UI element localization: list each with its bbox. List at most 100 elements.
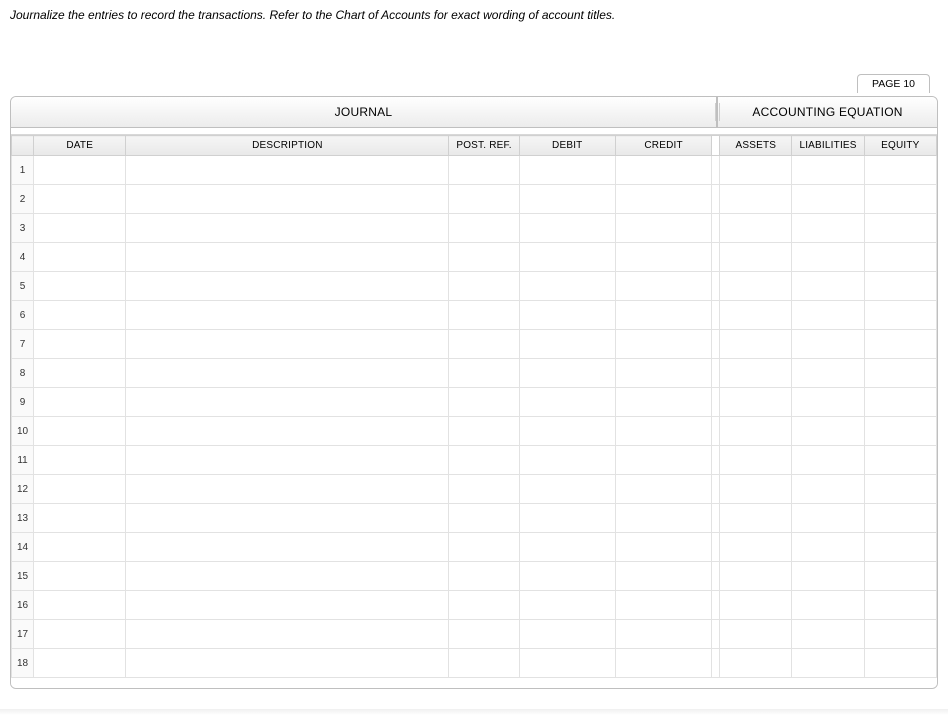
cell-equity[interactable]	[864, 504, 936, 533]
cell-credit[interactable]	[615, 156, 711, 185]
cell-date[interactable]	[34, 417, 126, 446]
cell-assets[interactable]	[720, 475, 792, 504]
cell-debit[interactable]	[519, 649, 615, 678]
cell-debit[interactable]	[519, 156, 615, 185]
cell-assets[interactable]	[720, 649, 792, 678]
cell-description[interactable]	[126, 359, 449, 388]
cell-equity[interactable]	[864, 533, 936, 562]
cell-credit[interactable]	[615, 417, 711, 446]
cell-debit[interactable]	[519, 272, 615, 301]
cell-credit[interactable]	[615, 330, 711, 359]
cell-credit[interactable]	[615, 562, 711, 591]
cell-liabilities[interactable]	[792, 417, 864, 446]
cell-equity[interactable]	[864, 562, 936, 591]
cell-credit[interactable]	[615, 591, 711, 620]
cell-equity[interactable]	[864, 475, 936, 504]
cell-debit[interactable]	[519, 504, 615, 533]
cell-liabilities[interactable]	[792, 620, 864, 649]
cell-post-ref[interactable]	[449, 301, 519, 330]
cell-assets[interactable]	[720, 301, 792, 330]
cell-credit[interactable]	[615, 301, 711, 330]
cell-description[interactable]	[126, 214, 449, 243]
cell-post-ref[interactable]	[449, 388, 519, 417]
cell-debit[interactable]	[519, 446, 615, 475]
cell-credit[interactable]	[615, 243, 711, 272]
cell-equity[interactable]	[864, 330, 936, 359]
cell-debit[interactable]	[519, 388, 615, 417]
cell-post-ref[interactable]	[449, 156, 519, 185]
cell-date[interactable]	[34, 388, 126, 417]
cell-date[interactable]	[34, 185, 126, 214]
cell-description[interactable]	[126, 504, 449, 533]
cell-description[interactable]	[126, 388, 449, 417]
cell-credit[interactable]	[615, 475, 711, 504]
cell-equity[interactable]	[864, 243, 936, 272]
cell-post-ref[interactable]	[449, 185, 519, 214]
cell-liabilities[interactable]	[792, 330, 864, 359]
cell-date[interactable]	[34, 301, 126, 330]
cell-assets[interactable]	[720, 272, 792, 301]
cell-description[interactable]	[126, 301, 449, 330]
cell-credit[interactable]	[615, 533, 711, 562]
cell-date[interactable]	[34, 214, 126, 243]
cell-equity[interactable]	[864, 185, 936, 214]
cell-equity[interactable]	[864, 272, 936, 301]
cell-assets[interactable]	[720, 446, 792, 475]
cell-debit[interactable]	[519, 359, 615, 388]
cell-credit[interactable]	[615, 272, 711, 301]
cell-date[interactable]	[34, 330, 126, 359]
cell-post-ref[interactable]	[449, 475, 519, 504]
cell-post-ref[interactable]	[449, 620, 519, 649]
cell-liabilities[interactable]	[792, 214, 864, 243]
cell-liabilities[interactable]	[792, 388, 864, 417]
cell-debit[interactable]	[519, 475, 615, 504]
cell-description[interactable]	[126, 417, 449, 446]
cell-debit[interactable]	[519, 417, 615, 446]
cell-equity[interactable]	[864, 359, 936, 388]
cell-post-ref[interactable]	[449, 330, 519, 359]
cell-equity[interactable]	[864, 649, 936, 678]
cell-date[interactable]	[34, 272, 126, 301]
cell-equity[interactable]	[864, 156, 936, 185]
cell-post-ref[interactable]	[449, 591, 519, 620]
cell-credit[interactable]	[615, 446, 711, 475]
cell-credit[interactable]	[615, 359, 711, 388]
cell-post-ref[interactable]	[449, 243, 519, 272]
cell-date[interactable]	[34, 649, 126, 678]
cell-assets[interactable]	[720, 591, 792, 620]
cell-description[interactable]	[126, 649, 449, 678]
cell-date[interactable]	[34, 475, 126, 504]
cell-debit[interactable]	[519, 330, 615, 359]
cell-description[interactable]	[126, 330, 449, 359]
cell-post-ref[interactable]	[449, 562, 519, 591]
cell-date[interactable]	[34, 562, 126, 591]
cell-assets[interactable]	[720, 504, 792, 533]
cell-assets[interactable]	[720, 388, 792, 417]
cell-equity[interactable]	[864, 301, 936, 330]
cell-post-ref[interactable]	[449, 533, 519, 562]
cell-equity[interactable]	[864, 591, 936, 620]
cell-post-ref[interactable]	[449, 446, 519, 475]
cell-description[interactable]	[126, 533, 449, 562]
cell-assets[interactable]	[720, 330, 792, 359]
cell-description[interactable]	[126, 620, 449, 649]
cell-post-ref[interactable]	[449, 214, 519, 243]
cell-debit[interactable]	[519, 533, 615, 562]
cell-description[interactable]	[126, 475, 449, 504]
cell-liabilities[interactable]	[792, 446, 864, 475]
cell-debit[interactable]	[519, 591, 615, 620]
cell-liabilities[interactable]	[792, 475, 864, 504]
cell-assets[interactable]	[720, 417, 792, 446]
cell-description[interactable]	[126, 243, 449, 272]
cell-assets[interactable]	[720, 562, 792, 591]
cell-liabilities[interactable]	[792, 156, 864, 185]
cell-credit[interactable]	[615, 649, 711, 678]
cell-liabilities[interactable]	[792, 533, 864, 562]
cell-description[interactable]	[126, 562, 449, 591]
cell-assets[interactable]	[720, 533, 792, 562]
cell-equity[interactable]	[864, 446, 936, 475]
cell-liabilities[interactable]	[792, 591, 864, 620]
cell-credit[interactable]	[615, 620, 711, 649]
cell-assets[interactable]	[720, 185, 792, 214]
cell-post-ref[interactable]	[449, 504, 519, 533]
